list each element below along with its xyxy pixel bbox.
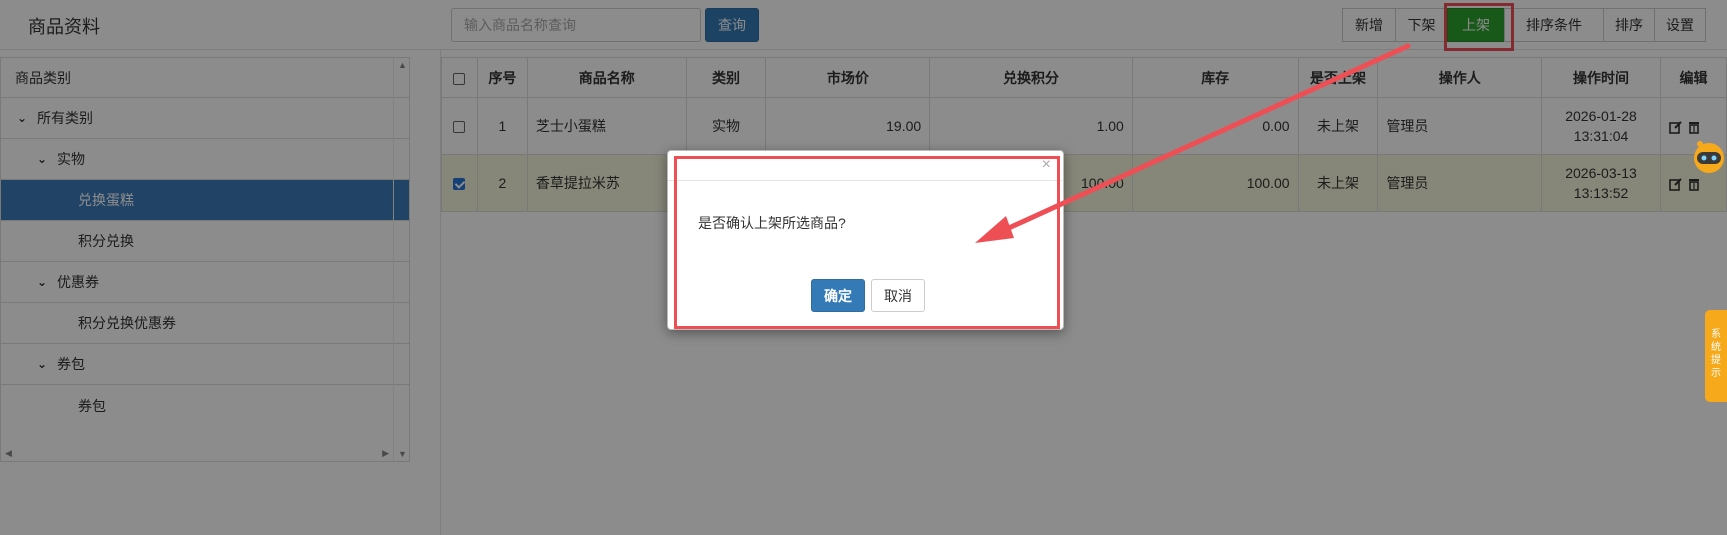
mascot-robot-icon[interactable] bbox=[1687, 136, 1727, 176]
system-notice-label: 系统提示 bbox=[1711, 329, 1721, 379]
system-notice-tab[interactable]: 系统提示 bbox=[1705, 310, 1727, 402]
dialog-highlight bbox=[674, 156, 1060, 329]
